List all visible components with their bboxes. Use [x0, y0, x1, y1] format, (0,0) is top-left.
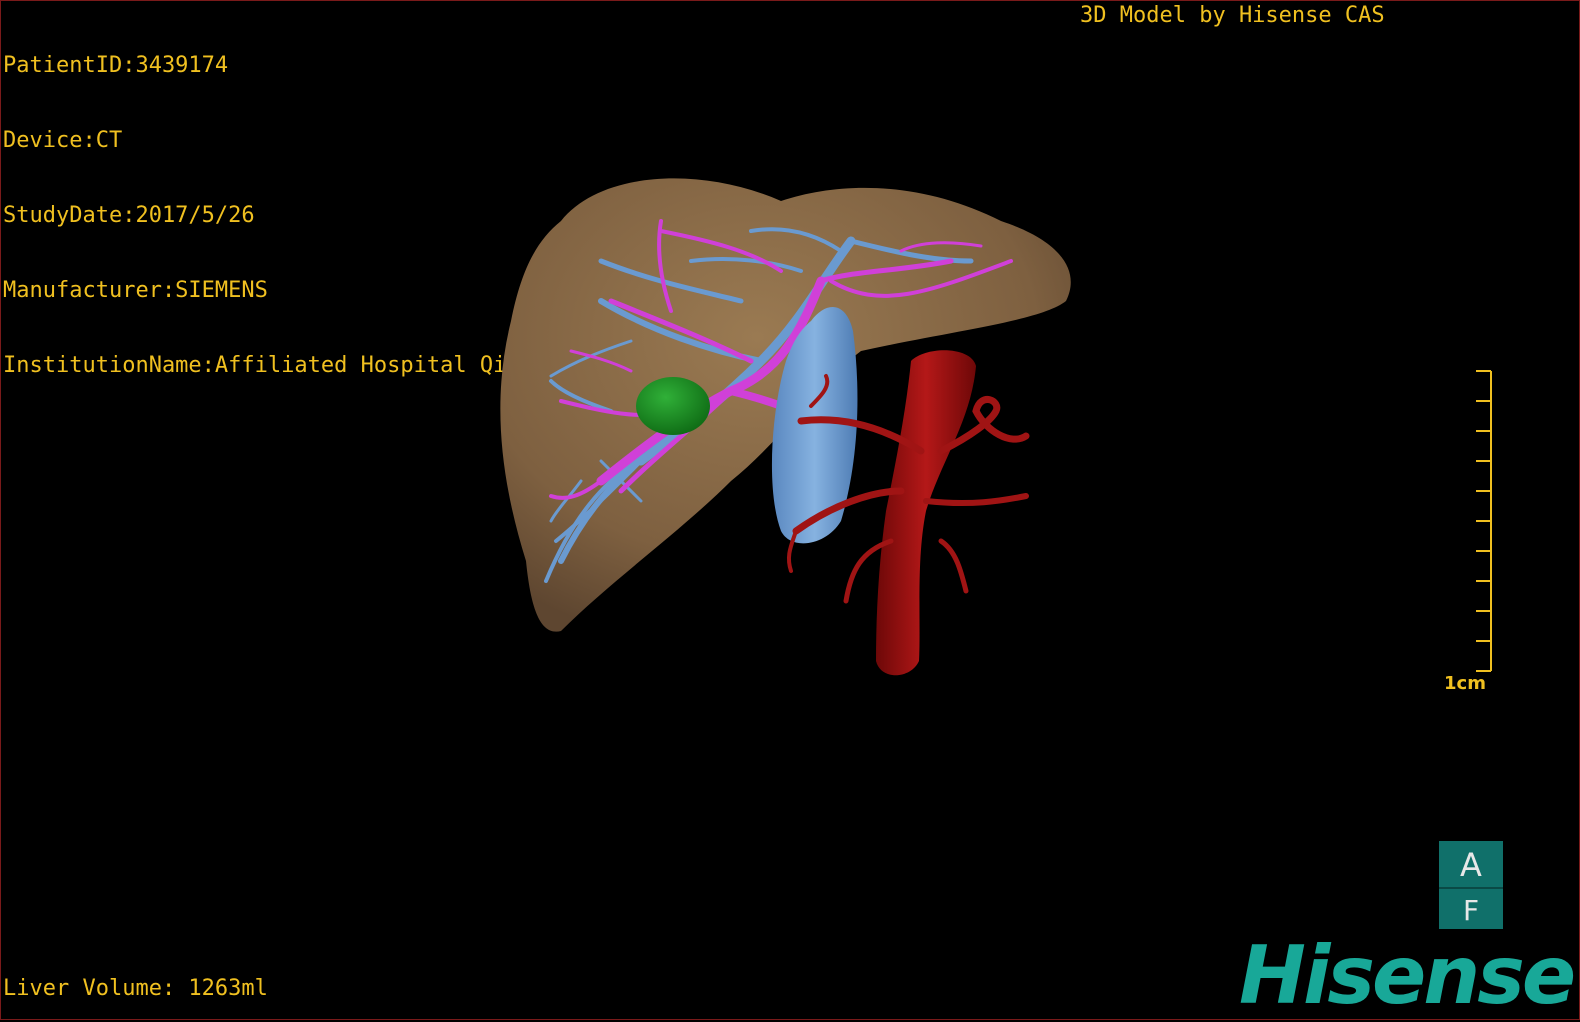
orientation-cube[interactable]: A F: [1439, 841, 1503, 929]
liver-3d-model[interactable]: [481, 161, 1101, 701]
patient-id-text: PatientID:3439174: [3, 53, 229, 78]
viewport[interactable]: PatientID:3439174 Device:CT StudyDate:20…: [0, 0, 1580, 1022]
orientation-divider: [1439, 887, 1503, 889]
liver-volume-text: Liver Volume: 1263ml: [3, 976, 268, 1001]
orientation-top-letter: A: [1460, 846, 1482, 884]
scale-bar: [1476, 370, 1492, 672]
hisense-logo: Hisense: [1239, 929, 1576, 1022]
scale-bar-label: 1cm: [1444, 673, 1486, 694]
orientation-bottom-letter: F: [1462, 894, 1480, 927]
device-text: Device:CT: [3, 128, 123, 153]
model-credit-text: 3D Model by Hisense CAS: [1080, 3, 1385, 28]
tumor-lesion: [636, 377, 710, 435]
